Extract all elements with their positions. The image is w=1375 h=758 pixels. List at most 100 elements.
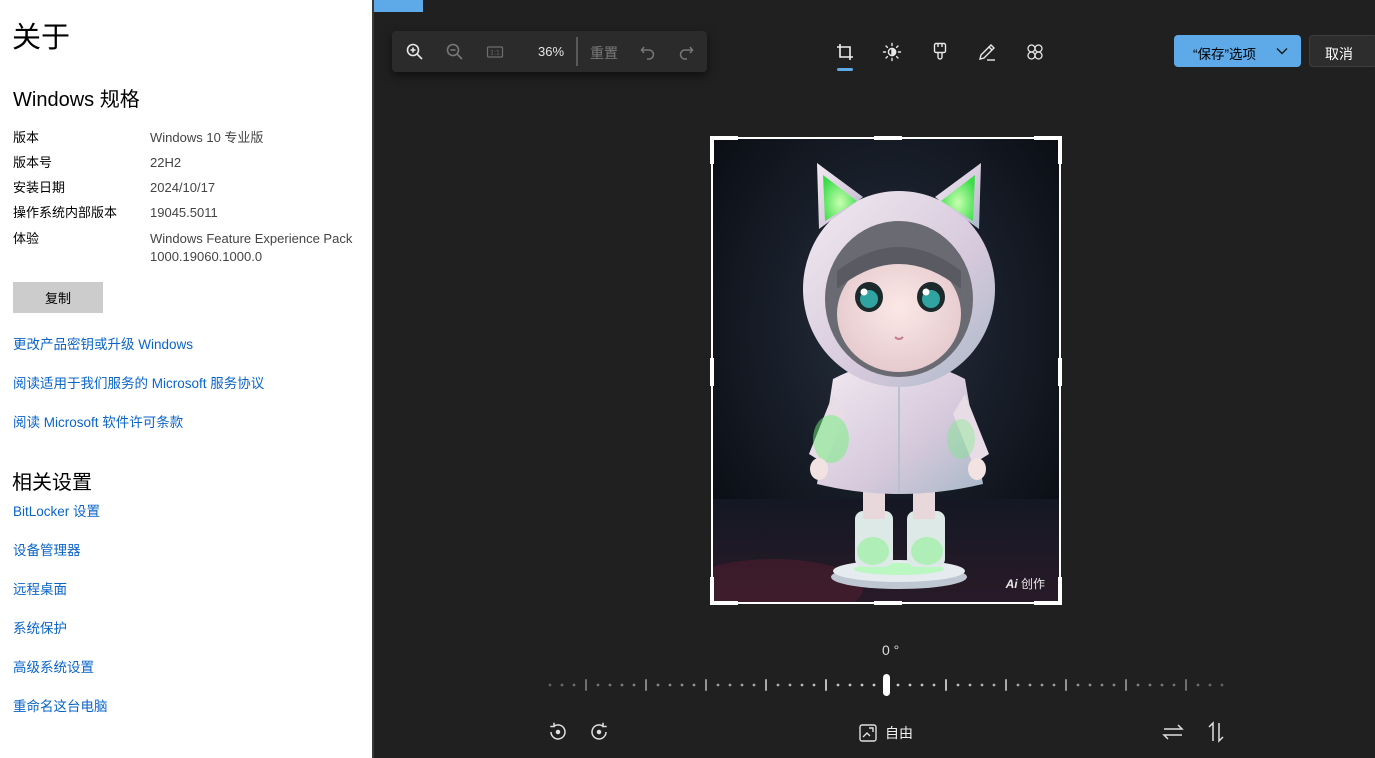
crop-handle-left[interactable] (710, 358, 714, 386)
slider-tick (836, 683, 840, 687)
slider-tick (705, 679, 707, 691)
cancel-button[interactable]: 取消 (1309, 35, 1375, 67)
remote-desktop-link[interactable]: 远程桌面 (13, 578, 67, 598)
slider-tick (740, 683, 744, 687)
slider-tick (1088, 683, 1092, 687)
slider-tick (572, 683, 576, 687)
slider-tick (608, 683, 612, 687)
title-bar-accent (374, 0, 423, 12)
slider-tick (765, 679, 767, 691)
flip-vertical-icon[interactable] (1203, 719, 1229, 745)
slider-tick (692, 683, 696, 687)
spec-key: 操作系统内部版本 (13, 205, 118, 220)
slider-tick (776, 683, 780, 687)
spec-key: 版本号 (13, 155, 53, 170)
pen-icon[interactable] (973, 38, 1001, 66)
page-title: 关于 (12, 22, 71, 54)
windows-spec-heading: Windows 规格 (13, 89, 140, 111)
photo-editor: 1:1 36% 重置 “保存”选项 取消 Ai 创作 0 ° 自由 (372, 0, 1375, 758)
undo-icon[interactable] (635, 39, 661, 65)
zoom-percentage: 36% (538, 44, 565, 59)
slider-tick (920, 683, 924, 687)
edited-photo: Ai 创作 (713, 139, 1059, 602)
related-settings-heading: 相关设置 (12, 472, 92, 494)
rotate-right-icon[interactable] (586, 719, 612, 745)
slider-tick (728, 683, 732, 687)
slider-tick (848, 683, 852, 687)
slider-tick (1005, 679, 1007, 691)
slider-tick (1100, 683, 1104, 687)
slider-tick (632, 683, 636, 687)
slider-tick (932, 683, 936, 687)
flip-horizontal-icon[interactable] (1160, 719, 1186, 745)
slider-tick (668, 683, 672, 687)
rotate-left-icon[interactable] (545, 719, 571, 745)
crop-icon[interactable] (831, 38, 859, 66)
slider-tick (945, 679, 947, 691)
reset-button[interactable]: 重置 (590, 43, 618, 63)
crop-frame[interactable]: Ai 创作 (710, 136, 1062, 605)
slider-tick (896, 683, 900, 687)
actual-size-icon[interactable]: 1:1 (482, 39, 508, 65)
slider-tick (1125, 679, 1127, 691)
slider-tick (1076, 683, 1080, 687)
slider-tick (1220, 683, 1224, 687)
slider-tick (716, 683, 720, 687)
crop-handle-top-left[interactable] (710, 136, 738, 140)
crop-handle-top[interactable] (874, 136, 902, 140)
slider-tick (1172, 683, 1176, 687)
slider-tick (956, 683, 960, 687)
brightness-icon[interactable] (878, 38, 906, 66)
slider-tick (620, 683, 624, 687)
device-manager-link[interactable]: 设备管理器 (13, 539, 81, 559)
toolbar-divider (576, 37, 578, 66)
watermark-text: 创作 (1020, 577, 1045, 591)
rename-pc-link[interactable]: 重命名这台电脑 (13, 695, 108, 715)
active-tool-indicator (837, 68, 853, 71)
crop-handle-bottom-right-v[interactable] (1058, 577, 1062, 605)
zoom-in-icon[interactable] (402, 39, 428, 65)
slider-tick (968, 683, 972, 687)
copy-button[interactable]: 复制 (13, 282, 103, 313)
save-options-button[interactable]: “保存”选项 (1174, 35, 1301, 67)
rotation-slider[interactable] (546, 672, 1228, 698)
advanced-system-settings-link[interactable]: 高级系统设置 (13, 656, 94, 676)
slider-tick (680, 683, 684, 687)
zoom-out-icon[interactable] (442, 39, 468, 65)
service-agreement-link[interactable]: 阅读适用于我们服务的 Microsoft 服务协议 (13, 372, 264, 392)
settings-about-panel: 关于 Windows 规格 版本 Windows 10 专业版 版本号 22H2… (0, 0, 372, 758)
slider-tick (1065, 679, 1067, 691)
slider-tick (825, 679, 827, 691)
slider-tick (1028, 683, 1032, 687)
rotation-angle: 0 ° (882, 642, 900, 658)
slider-tick (992, 683, 996, 687)
rotation-slider-thumb[interactable] (883, 674, 890, 696)
slider-tick (560, 683, 564, 687)
crop-handle-top-left-v[interactable] (710, 136, 714, 164)
license-terms-link[interactable]: 阅读 Microsoft 软件许可条款 (13, 411, 183, 431)
crop-handle-right[interactable] (1058, 358, 1062, 386)
spec-value: 19045.5011 (150, 205, 218, 220)
slider-tick (1040, 683, 1044, 687)
spec-key: 安装日期 (13, 180, 66, 195)
crop-handle-bottom-left[interactable] (710, 601, 738, 605)
system-protection-link[interactable]: 系统保护 (13, 617, 67, 637)
slider-tick (1196, 683, 1200, 687)
spot-fix-icon[interactable] (1021, 38, 1049, 66)
bitlocker-settings-link[interactable]: BitLocker 设置 (13, 500, 100, 520)
crop-handle-top-right-v[interactable] (1058, 136, 1062, 164)
change-product-key-link[interactable]: 更改产品密钥或升级 Windows (13, 333, 193, 353)
slider-tick (908, 683, 912, 687)
spec-value: Windows 10 专业版 (150, 130, 264, 145)
aspect-ratio-selector[interactable]: 自由 (858, 721, 913, 745)
slider-tick (860, 683, 864, 687)
filter-icon[interactable] (926, 38, 954, 66)
crop-handle-bottom[interactable] (874, 601, 902, 605)
slider-tick (872, 683, 876, 687)
slider-tick (1185, 679, 1187, 691)
slider-tick (752, 683, 756, 687)
slider-tick (1112, 683, 1116, 687)
crop-handle-bottom-left-v[interactable] (710, 577, 714, 605)
redo-icon[interactable] (673, 39, 699, 65)
aspect-ratio-label: 自由 (885, 725, 913, 741)
